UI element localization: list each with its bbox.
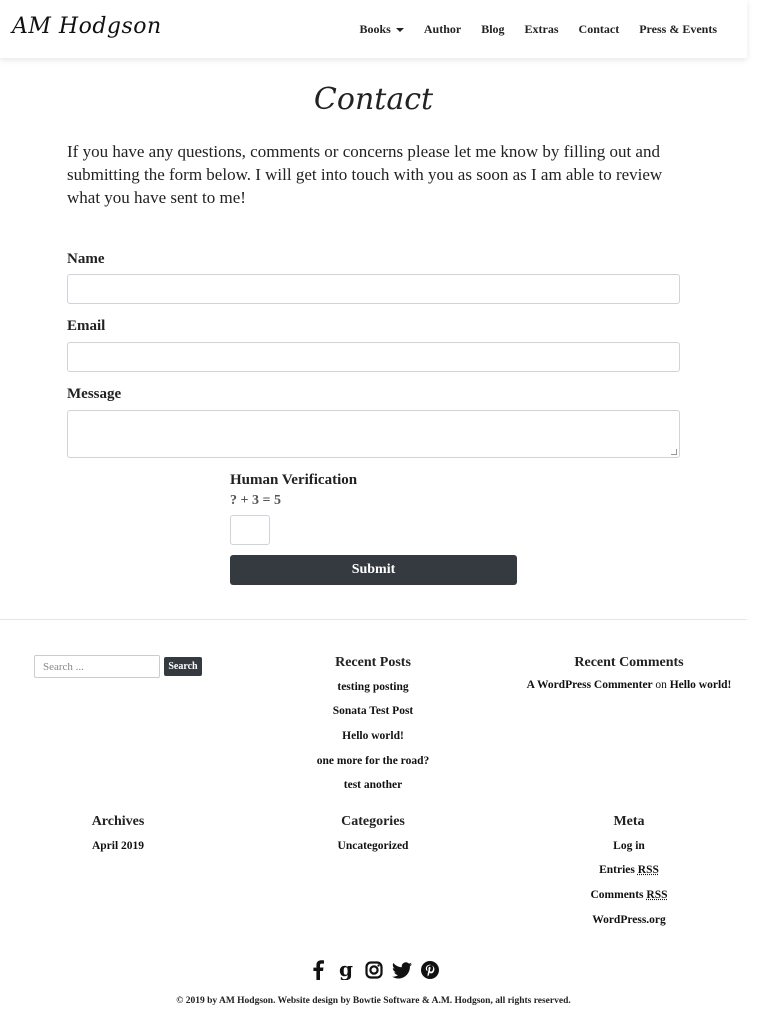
- entries-rss-link[interactable]: Entries RSS: [529, 864, 729, 876]
- recent-post-link[interactable]: Sonata Test Post: [273, 705, 473, 717]
- caret-down-icon: [395, 27, 404, 32]
- email-input[interactable]: [67, 342, 680, 372]
- search-button[interactable]: Search: [164, 657, 202, 676]
- recent-posts-title: Recent Posts: [335, 655, 411, 670]
- archives-title: Archives: [91, 814, 145, 829]
- login-link[interactable]: Log in: [529, 840, 729, 852]
- footer-divider: [0, 619, 747, 620]
- nav-item-press-events[interactable]: Press & Events: [629, 22, 727, 37]
- comment-author-link[interactable]: A WordPress Commenter: [527, 679, 653, 691]
- search-input[interactable]: Search ...: [34, 655, 160, 678]
- nav-item-extras[interactable]: Extras: [515, 22, 569, 37]
- submit-button[interactable]: Submit: [230, 555, 517, 585]
- social-links: g: [0, 960, 747, 980]
- navbar: AM Hodgson Books Author Blog Extras Cont…: [0, 0, 747, 58]
- nav-item-books[interactable]: Books: [350, 22, 414, 37]
- verification-question: ? + 3 = 5: [230, 493, 281, 508]
- resize-handle-icon[interactable]: [671, 449, 677, 455]
- wordpress-link[interactable]: WordPress.org: [529, 914, 729, 926]
- meta-title: Meta: [613, 814, 645, 829]
- name-label: Name: [67, 251, 105, 267]
- comment-on-text: on: [655, 679, 667, 691]
- recent-comment: A WordPress Commenter on Hello world!: [509, 679, 749, 691]
- verification-input[interactable]: [230, 515, 270, 545]
- page-title: Contact: [313, 82, 434, 117]
- email-label: Email: [67, 318, 106, 334]
- goodreads-icon[interactable]: g: [336, 960, 356, 980]
- categories-title: Categories: [341, 814, 405, 829]
- nav-item-blog[interactable]: Blog: [471, 22, 514, 37]
- recent-post-link[interactable]: test another: [273, 779, 473, 791]
- svg-text:g: g: [339, 960, 353, 980]
- twitter-icon[interactable]: [391, 960, 412, 980]
- recent-comments-title: Recent Comments: [574, 655, 684, 670]
- recent-post-link[interactable]: one more for the road?: [273, 755, 473, 767]
- nav-item-contact[interactable]: Contact: [569, 22, 630, 37]
- archive-link[interactable]: April 2019: [18, 840, 218, 852]
- nav-item-author[interactable]: Author: [414, 22, 471, 37]
- comments-rss-link[interactable]: Comments RSS: [529, 889, 729, 901]
- human-verification-label: Human Verification: [230, 472, 358, 488]
- copyright-text: © 2019 by AM Hodgson. Website design by …: [176, 996, 571, 1006]
- name-input[interactable]: [67, 274, 680, 304]
- comment-post-link[interactable]: Hello world!: [670, 679, 732, 691]
- intro-text: If you have any questions, comments or c…: [67, 142, 663, 207]
- instagram-icon[interactable]: [364, 960, 384, 980]
- main-nav: Books Author Blog Extras Contact Press &…: [350, 22, 728, 37]
- facebook-icon[interactable]: [308, 960, 328, 980]
- recent-post-link[interactable]: testing posting: [273, 681, 473, 693]
- recent-post-link[interactable]: Hello world!: [273, 730, 473, 742]
- site-logo[interactable]: AM Hodgson: [12, 14, 162, 39]
- message-label: Message: [67, 386, 122, 402]
- message-textarea[interactable]: [67, 410, 680, 458]
- pinterest-icon[interactable]: [420, 960, 440, 980]
- category-link[interactable]: Uncategorized: [273, 840, 473, 852]
